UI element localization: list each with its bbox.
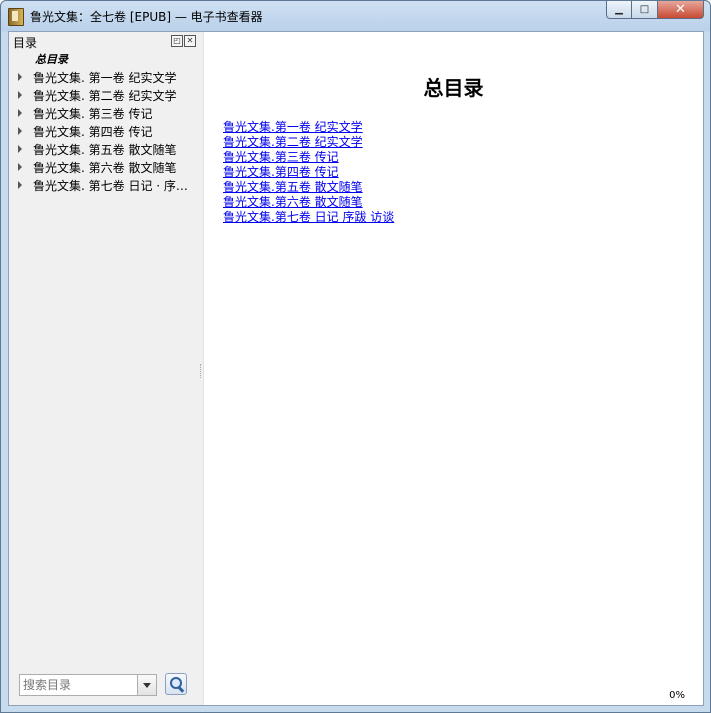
volume-link[interactable]: 鲁光文集.第六卷 散文随笔 [223,195,363,209]
expand-arrow-icon[interactable] [18,145,22,153]
toc-search-input[interactable] [20,675,143,695]
close-button[interactable]: ✕ [658,1,704,19]
close-panel-icon[interactable]: ✕ [184,35,196,47]
list-item: 鲁光文集.第六卷 散文随笔 [223,195,394,210]
toc-item-label: 鲁光文集. 第一卷 纪实文学 [33,71,177,85]
minimize-button[interactable]: ▁ [606,1,632,19]
list-item: 鲁光文集.第一卷 纪实文学 [223,120,394,135]
volume-link[interactable]: 鲁光文集.第五卷 散文随笔 [223,180,363,194]
volume-link[interactable]: 鲁光文集.第四卷 传记 [223,165,339,179]
toc-item-label: 鲁光文集. 第三卷 传记 [33,107,153,121]
window-title: 鲁光文集：全七卷 [EPUB] — 电子书查看器 [30,10,263,24]
volume-link[interactable]: 鲁光文集.第七卷 日记 序跋 访谈 [223,210,394,224]
title-bar[interactable]: 鲁光文集：全七卷 [EPUB] — 电子书查看器 ▁ □ ✕ [1,1,710,31]
toc-item-label: 鲁光文集. 第七卷 日记 · 序… [33,179,188,193]
expand-arrow-icon[interactable] [18,127,22,135]
toc-item-volume-7[interactable]: 鲁光文集. 第七卷 日记 · 序… [9,176,203,194]
toc-item-label: 总目录 [35,53,68,66]
expand-arrow-icon[interactable] [18,109,22,117]
toc-item-label: 鲁光文集. 第五卷 散文随笔 [33,143,177,157]
toc-item-root[interactable]: 总目录 [9,50,203,68]
toc-item-volume-1[interactable]: 鲁光文集. 第一卷 纪实文学 [9,68,203,86]
toc-item-volume-4[interactable]: 鲁光文集. 第四卷 传记 [9,122,203,140]
toc-item-label: 鲁光文集. 第四卷 传记 [33,125,153,139]
caption-buttons: ▁ □ ✕ [606,1,704,20]
toc-panel-title: 目录 [13,36,38,50]
list-item: 鲁光文集.第二卷 纪实文学 [223,135,394,150]
book-content: 总目录 鲁光文集.第一卷 纪实文学 鲁光文集.第二卷 纪实文学 鲁光文集.第三卷… [204,32,703,705]
toc-item-label: 鲁光文集. 第二卷 纪实文学 [33,89,177,103]
toc-item-label: 鲁光文集. 第六卷 散文随笔 [33,161,177,175]
list-item: 鲁光文集.第五卷 散文随笔 [223,180,394,195]
toc-item-volume-3[interactable]: 鲁光文集. 第三卷 传记 [9,104,203,122]
toc-tree: 总目录 鲁光文集. 第一卷 纪实文学 鲁光文集. 第二卷 纪实文学 鲁光文集. … [9,50,203,194]
toc-item-volume-6[interactable]: 鲁光文集. 第六卷 散文随笔 [9,158,203,176]
list-item: 鲁光文集.第四卷 传记 [223,165,394,180]
expand-arrow-icon[interactable] [18,181,22,189]
toc-sidebar: 目录 ◰ ✕ 总目录 鲁光文集. 第一卷 纪实文学 鲁光文集. 第二卷 纪实文学… [9,32,203,705]
search-button[interactable] [165,673,187,695]
volume-link[interactable]: 鲁光文集.第三卷 传记 [223,150,339,164]
expand-arrow-icon[interactable] [18,73,22,81]
volume-link[interactable]: 鲁光文集.第一卷 纪实文学 [223,120,363,134]
reading-progress: 0% [669,690,685,701]
magnifier-handle [177,686,185,693]
toc-item-volume-2[interactable]: 鲁光文集. 第二卷 纪实文学 [9,86,203,104]
expand-arrow-icon[interactable] [18,91,22,99]
maximize-button[interactable]: □ [632,1,658,19]
chevron-down-icon[interactable] [137,675,156,695]
list-item: 鲁光文集.第三卷 传记 [223,150,394,165]
contents-link-list: 鲁光文集.第一卷 纪实文学 鲁光文集.第二卷 纪实文学 鲁光文集.第三卷 传记 … [223,120,394,225]
list-item: 鲁光文集.第七卷 日记 序跋 访谈 [223,210,394,225]
toc-search-combobox[interactable] [19,674,157,696]
page-heading: 总目录 [423,76,484,100]
toc-item-volume-5[interactable]: 鲁光文集. 第五卷 散文随笔 [9,140,203,158]
expand-arrow-icon[interactable] [18,163,22,171]
float-panel-icon[interactable]: ◰ [171,35,183,47]
volume-link[interactable]: 鲁光文集.第二卷 纪实文学 [223,135,363,149]
ebook-app-icon [8,8,24,26]
client-area: 目录 ◰ ✕ 总目录 鲁光文集. 第一卷 纪实文学 鲁光文集. 第二卷 纪实文学… [8,31,704,706]
app-window: 鲁光文集：全七卷 [EPUB] — 电子书查看器 ▁ □ ✕ 目录 ◰ ✕ 总目… [0,0,711,713]
